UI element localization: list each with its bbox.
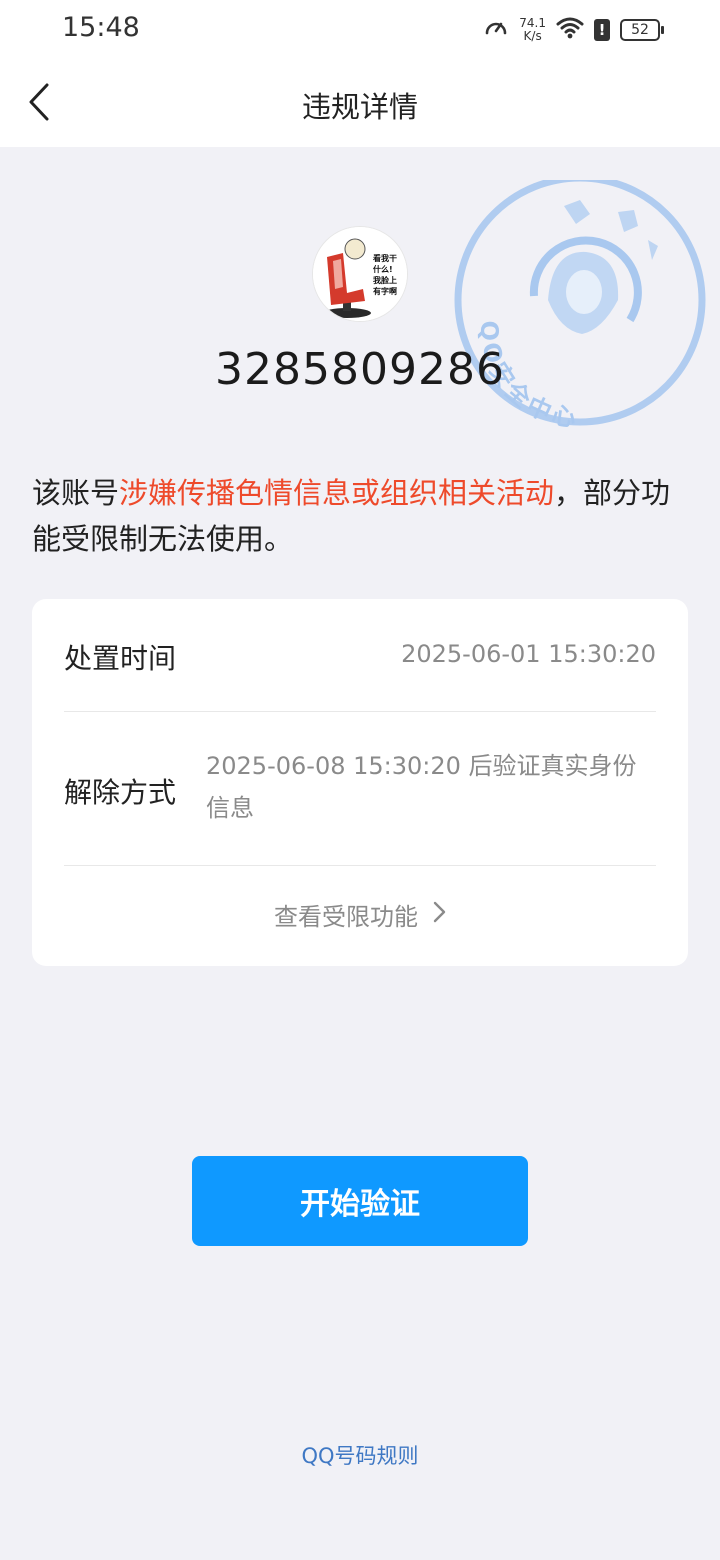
avatar: 看我干 什么! 我脸上 有字啊 (312, 226, 408, 322)
battery-level: 52 (631, 22, 649, 38)
details-card: 处置时间 2025-06-01 15:30:20 解除方式 2025-06-08… (32, 599, 688, 966)
alert-icon: ! (594, 19, 610, 41)
view-restricted-features-link[interactable]: 查看受限功能 (32, 897, 688, 932)
unlock-method-label: 解除方式 (64, 776, 177, 809)
disposal-time-value: 2025-06-01 15:30:20 (401, 640, 656, 668)
unlock-method-value: 2025-06-08 15:30:20 后验证真实身份信息 (206, 752, 637, 822)
restricted-link-label: 查看受限功能 (274, 903, 418, 931)
divider (64, 865, 656, 866)
net-speed: 74.1 K/s (519, 17, 546, 43)
account-number: 3285809286 (215, 344, 505, 395)
chevron-right-icon (432, 901, 446, 929)
status-time: 15:48 (62, 12, 140, 43)
violation-notice: 该账号涉嫌传播色情信息或组织相关活动，部分功能受限制无法使用。 (32, 470, 692, 562)
page-title: 违规详情 (301, 90, 418, 124)
avatar-caption-4: 有字啊 (373, 286, 397, 296)
violation-reason: 涉嫌传播色情信息或组织相关活动 (119, 476, 555, 510)
avatar-caption-2: 什么! (373, 264, 393, 274)
battery-icon: 52 (620, 19, 664, 41)
wifi-icon (556, 16, 584, 44)
notice-prefix: 该账号 (32, 476, 120, 510)
start-verification-button[interactable]: 开始验证 (192, 1156, 528, 1246)
disposal-time-label: 处置时间 (64, 642, 177, 675)
qq-number-rules-link[interactable]: QQ号码规则 (0, 1440, 720, 1470)
status-bar: 15:48 74.1 K/s ! 52 (0, 0, 720, 60)
net-speed-unit: K/s (523, 29, 542, 43)
divider (64, 711, 656, 712)
avatar-caption-3: 我脸上 (373, 275, 397, 285)
avatar-caption-1: 看我干 (372, 253, 397, 263)
status-icons: 74.1 K/s ! 52 (483, 14, 664, 46)
nav-bar: 违规详情 (0, 60, 720, 147)
speedometer-icon (483, 15, 509, 45)
security-stamp: QQ安全中心 (452, 174, 708, 436)
